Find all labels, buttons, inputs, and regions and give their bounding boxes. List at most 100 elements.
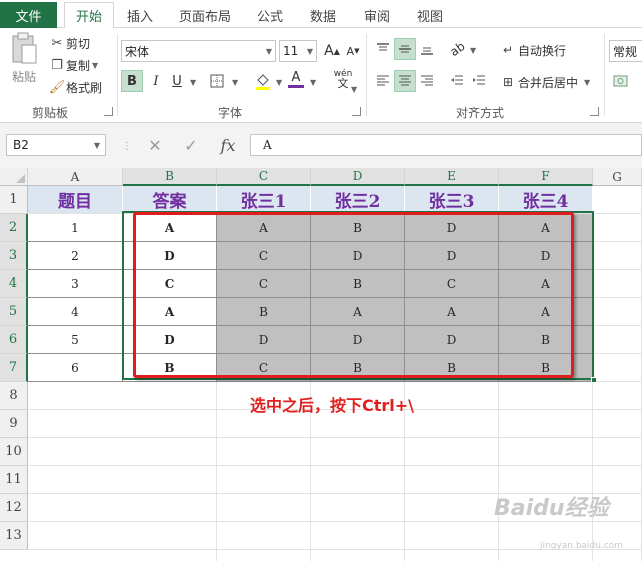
table-cell[interactable]: B — [311, 214, 405, 242]
borders-button[interactable] — [206, 70, 228, 92]
row-header-2[interactable]: 2 — [0, 214, 28, 242]
column-header-d[interactable]: D — [311, 168, 405, 186]
row-header-6[interactable]: 6 — [0, 326, 28, 354]
tab-insert[interactable]: 插入 — [118, 2, 162, 28]
table-header-cell[interactable]: 张三2 — [311, 186, 405, 213]
font-name-select[interactable]: 宋体 ▼ — [121, 40, 276, 62]
clipboard-launcher-icon[interactable] — [104, 107, 113, 116]
row-header-3[interactable]: 3 — [0, 242, 28, 270]
grow-font-button[interactable]: A ▲ — [321, 40, 343, 62]
paste-button[interactable]: 粘贴 — [6, 32, 42, 94]
increase-indent-button[interactable] — [468, 70, 490, 92]
table-cell[interactable]: 1 — [28, 214, 123, 242]
table-cell[interactable]: 2 — [28, 242, 123, 270]
underline-button[interactable]: U — [166, 70, 188, 92]
table-cell[interactable]: B — [217, 298, 311, 326]
table-cell[interactable]: D — [311, 326, 405, 354]
column-header-g[interactable]: G — [593, 168, 642, 186]
tab-review[interactable]: 审阅 — [357, 2, 397, 28]
align-left-button[interactable] — [372, 70, 394, 92]
align-center-button[interactable] — [394, 70, 416, 92]
column-header-f[interactable]: F — [499, 168, 593, 186]
chevron-down-icon[interactable]: ▼ — [232, 78, 238, 87]
table-cell[interactable]: B — [311, 354, 405, 382]
table-cell[interactable]: B — [499, 326, 593, 354]
name-box[interactable]: B2 ▼ — [6, 134, 106, 156]
tab-data[interactable]: 数据 — [303, 2, 343, 28]
italic-button[interactable]: I — [145, 70, 167, 92]
table-cell[interactable]: C — [217, 242, 311, 270]
format-painter-button[interactable]: 🖌 格式刷 — [48, 78, 102, 96]
merge-center-button[interactable]: ⊞ 合并后居中 ▼ — [498, 72, 590, 92]
row-header-5[interactable]: 5 — [0, 298, 28, 326]
table-cell[interactable]: D — [311, 242, 405, 270]
tab-file[interactable]: 文件 — [0, 2, 57, 28]
table-cell[interactable]: D — [499, 242, 593, 270]
table-cell[interactable]: 5 — [28, 326, 123, 354]
table-cell[interactable]: B — [405, 354, 499, 382]
row-header-13[interactable]: 13 — [0, 522, 28, 550]
column-header-b[interactable]: B — [123, 168, 217, 186]
row-header-9[interactable]: 9 — [0, 410, 28, 438]
column-header-a[interactable]: A — [28, 168, 123, 186]
table-header-cell[interactable]: 张三3 — [405, 186, 499, 213]
wrap-text-button[interactable]: ↵ 自动换行 — [498, 40, 566, 60]
chevron-down-icon[interactable]: ▼ — [190, 78, 196, 87]
table-cell[interactable]: C — [123, 270, 217, 298]
table-cell[interactable]: C — [405, 270, 499, 298]
table-cell[interactable]: A — [499, 270, 593, 298]
table-cell[interactable]: D — [405, 326, 499, 354]
chevron-down-icon[interactable]: ▼ — [276, 78, 282, 87]
table-cell[interactable]: D — [217, 326, 311, 354]
table-cell[interactable]: D — [123, 242, 217, 270]
font-launcher-icon[interactable] — [352, 107, 361, 116]
table-cell[interactable]: 3 — [28, 270, 123, 298]
table-cell[interactable]: A — [499, 214, 593, 242]
table-cell[interactable]: A — [405, 298, 499, 326]
align-top-button[interactable] — [372, 38, 394, 60]
font-color-button[interactable]: A — [285, 68, 307, 90]
table-cell[interactable]: C — [217, 270, 311, 298]
table-cell[interactable]: D — [123, 326, 217, 354]
column-header-c[interactable]: C — [217, 168, 311, 186]
fill-handle[interactable] — [591, 377, 597, 383]
cancel-button[interactable]: ✕ — [142, 134, 168, 156]
table-header-cell[interactable]: 答案 — [123, 186, 217, 213]
shrink-font-button[interactable]: A ▼ — [342, 40, 364, 62]
splitter-handle[interactable]: ⋮ — [122, 141, 132, 152]
orientation-button[interactable]: ab — [446, 38, 468, 60]
row-header-11[interactable]: 11 — [0, 466, 28, 494]
decrease-indent-button[interactable] — [446, 70, 468, 92]
tab-home[interactable]: 开始 — [64, 2, 114, 29]
fill-color-button[interactable] — [252, 70, 274, 92]
column-header-e[interactable]: E — [405, 168, 499, 186]
tab-formulas[interactable]: 公式 — [250, 2, 290, 28]
table-cell[interactable]: D — [405, 242, 499, 270]
row-header-12[interactable]: 12 — [0, 494, 28, 522]
copy-button[interactable]: ❐ 复制 ▼ — [48, 56, 98, 74]
table-header-cell[interactable]: 张三1 — [217, 186, 311, 213]
table-cell[interactable]: B — [123, 354, 217, 382]
table-cell[interactable]: B — [499, 354, 593, 382]
number-format-select[interactable]: 常规 — [609, 40, 642, 62]
chevron-down-icon[interactable]: ▼ — [470, 46, 476, 55]
accounting-format-button[interactable] — [610, 70, 632, 92]
row-header-1[interactable]: 1 — [0, 186, 28, 214]
table-cell[interactable]: 4 — [28, 298, 123, 326]
chevron-down-icon[interactable]: ▼ — [310, 78, 316, 87]
alignment-launcher-icon[interactable] — [590, 107, 599, 116]
table-cell[interactable]: A — [123, 298, 217, 326]
align-right-button[interactable] — [416, 70, 438, 92]
formula-input[interactable]: A — [250, 134, 642, 156]
table-header-cell[interactable]: 题目 — [28, 186, 123, 213]
font-size-select[interactable]: 11 ▼ — [279, 40, 317, 62]
table-cell[interactable]: A — [499, 298, 593, 326]
align-middle-button[interactable] — [394, 38, 416, 60]
cut-button[interactable]: ✂ 剪切 — [48, 34, 90, 52]
row-header-4[interactable]: 4 — [0, 270, 28, 298]
row-header-10[interactable]: 10 — [0, 438, 28, 466]
row-header-8[interactable]: 8 — [0, 382, 28, 410]
chevron-down-icon[interactable]: ▼ — [351, 85, 357, 94]
align-bottom-button[interactable] — [416, 38, 438, 60]
insert-function-button[interactable]: fx — [214, 134, 242, 156]
